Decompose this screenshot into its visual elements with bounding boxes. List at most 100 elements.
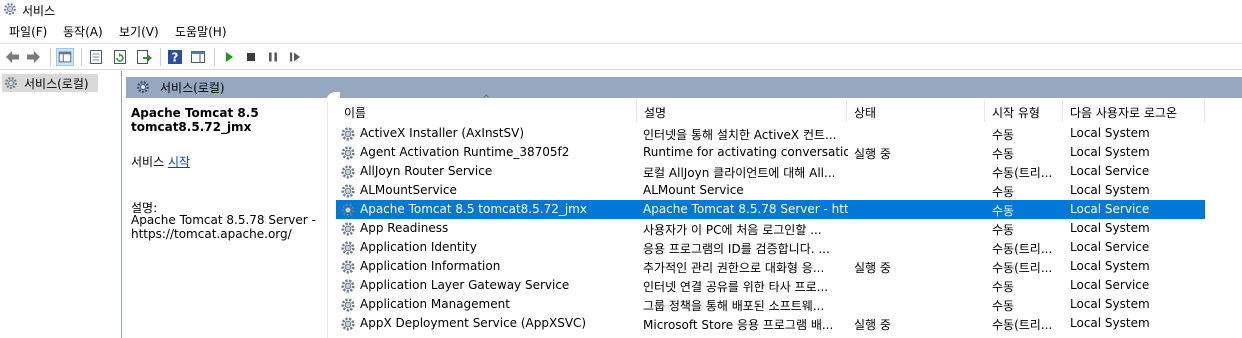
stop-service-icon[interactable] <box>242 48 260 66</box>
service-description: 응용 프로그램의 ID를 검증합니다. ... <box>643 242 830 256</box>
service-gear-icon <box>341 317 355 331</box>
services-gear-icon <box>5 77 17 89</box>
pause-service-icon[interactable] <box>264 48 282 66</box>
service-row[interactable]: AllJoyn Router Service 로컬 AllJoyn 클라이언트에 … <box>336 162 1205 181</box>
service-name: AllJoyn Router Service <box>360 164 493 178</box>
service-name: AppX Deployment Service (AppXSVC) <box>360 316 587 330</box>
service-logon-as: Local Service <box>1070 164 1150 178</box>
help-icon[interactable]: ? <box>166 48 184 66</box>
export-list-icon[interactable] <box>135 48 153 66</box>
service-logon-as: Local System <box>1070 183 1150 197</box>
window-title: 서비스 <box>22 4 56 18</box>
service-startup-type: 수동 <box>992 299 1015 313</box>
service-description: Runtime for activating conversatio... <box>643 145 848 159</box>
column-header-description[interactable]: 설명 <box>636 100 846 122</box>
back-icon[interactable] <box>4 48 22 66</box>
service-description: 추가적인 관리 권한으로 대화형 응... <box>643 261 825 275</box>
service-name: ALMountService <box>360 183 457 197</box>
panel-header: 서비스(로컬) <box>126 77 1242 98</box>
svg-text:?: ? <box>172 51 179 65</box>
menu-bar: 파일(F) 동작(A) 보기(V) 도움말(H) <box>0 21 1242 41</box>
service-gear-icon <box>341 127 355 141</box>
service-name: Apache Tomcat 8.5 tomcat8.5.72_jmx <box>360 202 587 216</box>
service-logon-as: Local Service <box>1070 202 1150 216</box>
service-logon-as: Local System <box>1070 297 1150 311</box>
service-gear-icon <box>341 146 355 160</box>
service-gear-icon <box>341 203 355 217</box>
service-description-pane: Apache Tomcat 8.5 tomcat8.5.72_jmx 서비스 시… <box>126 98 328 338</box>
service-name: Application Management <box>360 297 510 311</box>
service-description: ALMount Service <box>643 183 744 197</box>
service-startup-type: 수동(트리... <box>992 318 1053 332</box>
sort-ascending-icon: ^ <box>482 94 491 105</box>
service-name: Application Information <box>360 259 501 273</box>
menu-view[interactable]: 보기(V) <box>119 23 159 40</box>
service-row[interactable]: App Readiness 사용자가 이 PC에 처음 로그인할 ... 수동 Loc… <box>336 219 1205 238</box>
services-gear-icon <box>4 3 16 15</box>
service-row[interactable]: AppX Deployment Service (AppXSVC) Microso… <box>336 314 1205 333</box>
service-name: Application Identity <box>360 240 477 254</box>
service-logon-as: Local System <box>1070 145 1150 159</box>
service-row[interactable]: ActiveX Installer (AxInstSV) 인터넷을 통해 설치한 … <box>336 124 1205 143</box>
start-service-icon[interactable] <box>220 48 238 66</box>
service-gear-icon <box>341 241 355 255</box>
tree-item-label: 서비스(로컬) <box>24 77 89 91</box>
service-gear-icon <box>341 298 355 312</box>
service-name: Application Layer Gateway Service <box>360 278 570 292</box>
service-startup-type: 수동 <box>992 204 1015 218</box>
service-gear-icon <box>341 260 355 274</box>
service-row[interactable]: Application Management 그룹 정책을 통해 배포된 소프트웨… <box>336 295 1205 314</box>
service-description: Microsoft Store 응용 프로그램 배... <box>643 318 834 332</box>
service-row[interactable]: Application Layer Gateway Service 인터넷 연결 … <box>336 276 1205 295</box>
service-row[interactable]: Application Information 추가적인 관리 권한으로 대화형 … <box>336 257 1205 276</box>
column-header-startup-type[interactable]: 시작 유형 <box>984 100 1062 122</box>
service-gear-icon <box>341 279 355 293</box>
properties-icon[interactable] <box>87 48 105 66</box>
service-name: App Readiness <box>360 221 449 235</box>
show-hide-tree-icon[interactable] <box>56 48 74 66</box>
service-gear-icon <box>341 184 355 198</box>
service-startup-type: 수동(트리... <box>992 261 1053 275</box>
start-service-link[interactable]: 시작 <box>168 155 190 169</box>
service-row[interactable]: Application Identity 응용 프로그램의 ID를 검증합니다. … <box>336 238 1205 257</box>
service-logon-as: Local System <box>1070 259 1150 273</box>
services-gear-icon <box>137 81 149 93</box>
service-name: Agent Activation Runtime_38705f2 <box>360 145 570 159</box>
service-description: 인터넷 연결 공유를 위한 타사 프로... <box>643 280 829 294</box>
service-action: 서비스 시작 <box>131 155 191 169</box>
column-header-logon-as[interactable]: 다음 사용자로 로그온 <box>1062 100 1204 122</box>
tree-item-services-local[interactable]: 서비스(로컬) <box>2 74 98 92</box>
show-action-pane-icon[interactable] <box>189 48 207 66</box>
service-description: 그룹 정책을 통해 배포된 소프트웨... <box>643 299 825 313</box>
service-description: 사용자가 이 PC에 처음 로그인할 ... <box>643 223 822 237</box>
service-gear-icon <box>341 222 355 236</box>
service-row[interactable]: Agent Activation Runtime_38705f2 Runtime … <box>336 143 1205 162</box>
console-tree: 서비스(로컬) <box>0 71 122 338</box>
toolbar: ? <box>0 43 1242 70</box>
refresh-icon[interactable] <box>111 48 129 66</box>
service-startup-type: 수동 <box>992 185 1015 199</box>
service-name: ActiveX Installer (AxInstSV) <box>360 126 525 140</box>
service-logon-as: Local Service <box>1070 278 1150 292</box>
service-logon-as: Local Service <box>1070 240 1150 254</box>
menu-action[interactable]: 동작(A) <box>63 23 103 40</box>
menu-file[interactable]: 파일(F) <box>9 23 47 40</box>
service-startup-type: 수동 <box>992 147 1015 161</box>
service-row[interactable]: Apache Tomcat 8.5 tomcat8.5.72_jmx Apache… <box>336 200 1205 219</box>
service-startup-type: 수동(트리... <box>992 242 1053 256</box>
title-bar: 서비스 <box>0 0 1242 20</box>
menu-help[interactable]: 도움말(H) <box>175 23 227 40</box>
panel-title: 서비스(로컬) <box>160 81 225 95</box>
service-status: 실행 중 <box>854 261 891 275</box>
restart-service-icon[interactable] <box>286 48 304 66</box>
service-startup-type: 수동(트리... <box>992 166 1053 180</box>
service-row[interactable]: ALMountService ALMount Service 수동 Local Sys… <box>336 181 1205 200</box>
service-status: 실행 중 <box>854 318 891 332</box>
service-startup-type: 수동 <box>992 223 1015 237</box>
service-description: 인터넷을 통해 설치한 ActiveX 컨트... <box>643 128 837 142</box>
service-logon-as: Local System <box>1070 126 1150 140</box>
forward-icon[interactable] <box>24 48 42 66</box>
service-description: 로컬 AllJoyn 클라이언트에 대해 All... <box>643 166 836 180</box>
column-header-status[interactable]: 상태 <box>846 100 984 122</box>
service-gear-icon <box>341 165 355 179</box>
